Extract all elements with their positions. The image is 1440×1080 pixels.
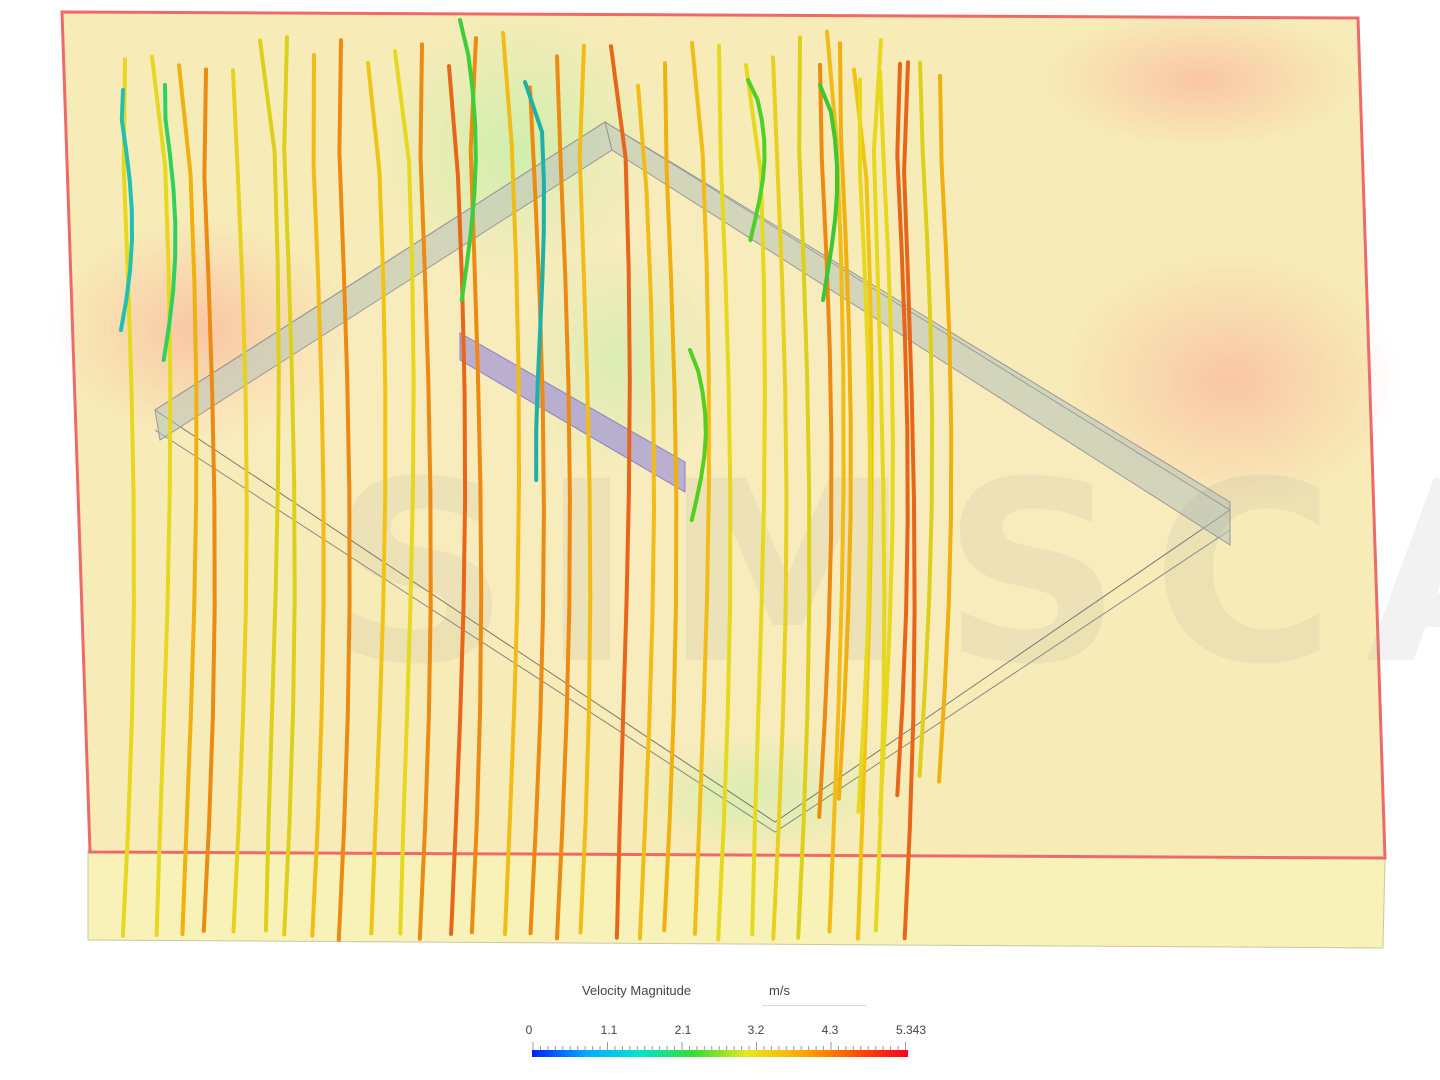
legend-tick-0: 0 bbox=[525, 1023, 533, 1037]
legend-divider bbox=[762, 1005, 866, 1006]
legend-tick-2: 2.1 bbox=[674, 1023, 692, 1037]
contour-hotspot bbox=[1040, 10, 1360, 150]
simulation-scene[interactable]: SIMSCALE bbox=[0, 0, 1440, 965]
legend-tick-5: 5.343 bbox=[895, 1023, 927, 1037]
legend-unit: m/s bbox=[769, 983, 790, 998]
legend-tick-1: 1.1 bbox=[600, 1023, 618, 1037]
velocity-legend: Velocity Magnitude m/s 0 1.1 2.1 3.2 4.3… bbox=[0, 965, 1440, 1080]
legend-tick-3: 3.2 bbox=[747, 1023, 765, 1037]
legend-tick-4: 4.3 bbox=[821, 1023, 839, 1037]
3d-viewport[interactable]: SIMSCALE bbox=[0, 0, 1440, 965]
legend-title: Velocity Magnitude bbox=[582, 983, 692, 998]
colorbar bbox=[532, 1050, 908, 1057]
